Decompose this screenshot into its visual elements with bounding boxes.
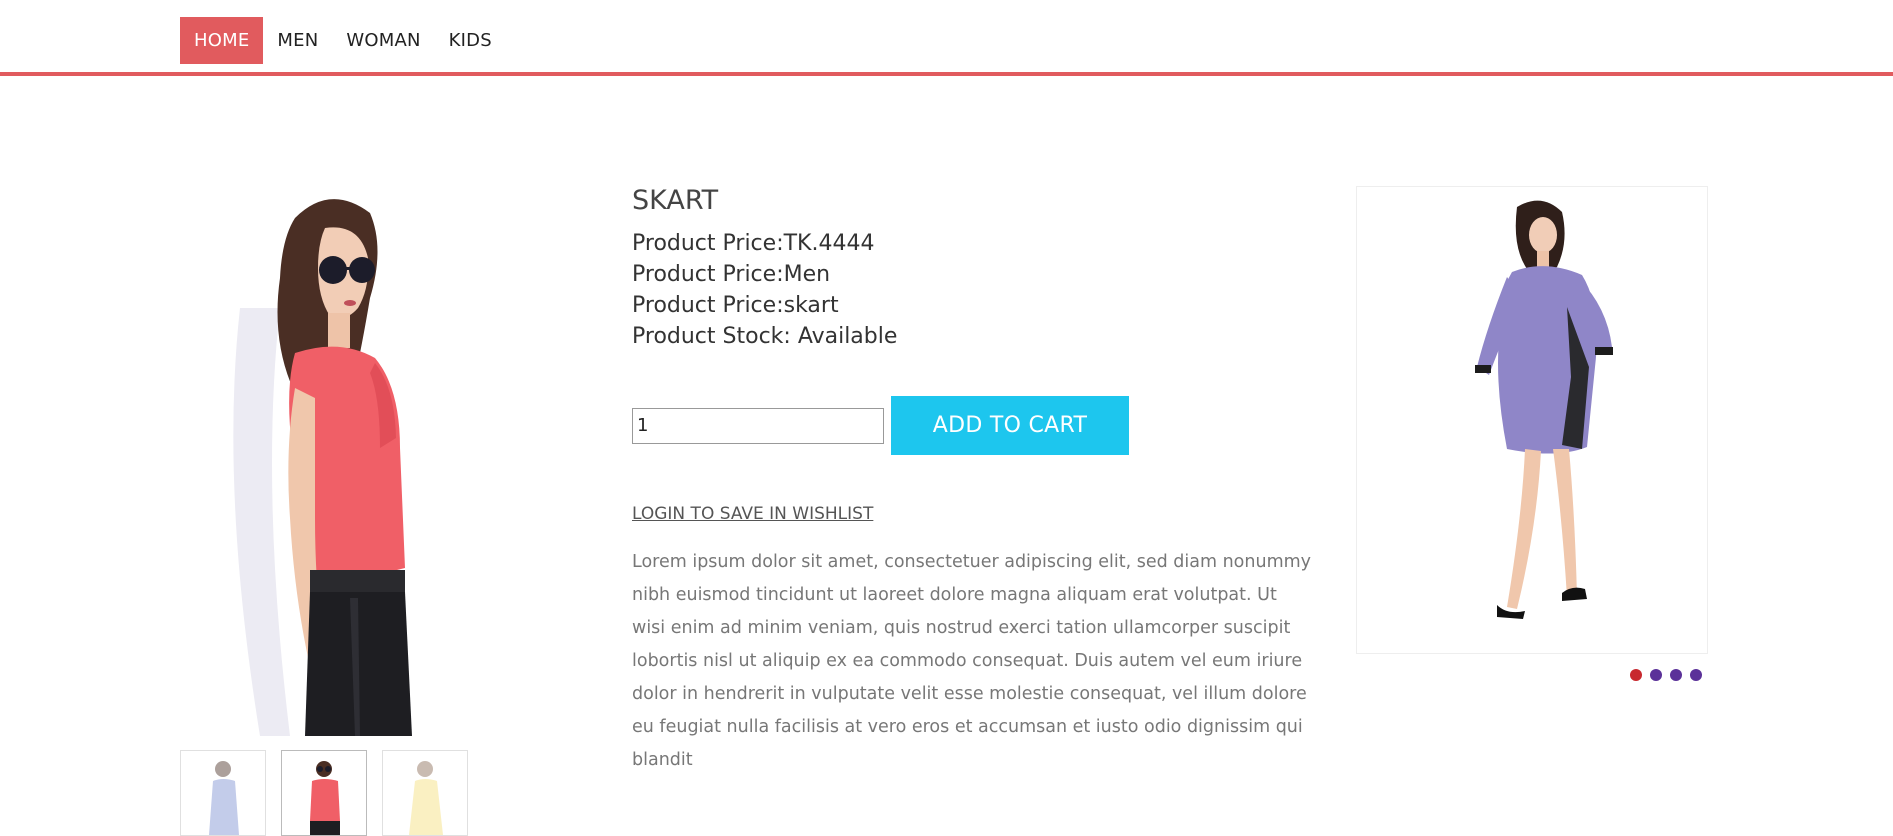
woman-coral-top-image [200, 188, 460, 736]
thumbnail-yellow-dress[interactable] [382, 750, 468, 836]
top-navbar: HOME MEN WOMAN KIDS [0, 0, 1893, 76]
product-slider [1356, 186, 1708, 654]
quantity-input[interactable] [632, 407, 884, 444]
slider-dot-1[interactable] [1630, 669, 1642, 681]
thumbnail-coral-top[interactable] [281, 750, 367, 836]
product-details: SKART Product Price:TK.4444 Product Pric… [632, 184, 1312, 352]
main-nav: HOME MEN WOMAN KIDS [180, 17, 506, 64]
thumbnail-strip [180, 750, 468, 836]
add-to-cart-button[interactable]: ADD TO CART [891, 396, 1129, 455]
product-stock: Product Stock: Available [632, 324, 898, 349]
nav-item-kids[interactable]: KIDS [435, 17, 506, 64]
product-title: SKART [632, 185, 719, 216]
woman-yellow-dress-thumb [383, 751, 467, 835]
woman-coral-top-thumb [282, 751, 366, 835]
product-price: Product Price:TK.4444 [632, 231, 875, 256]
product-description: Lorem ipsum dolor sit amet, consectetuer… [632, 552, 1312, 770]
slider-dot-2[interactable] [1650, 669, 1662, 681]
woman-blue-dress-thumb [181, 751, 265, 835]
product-name: Product Price:skart [632, 293, 839, 318]
product-category: Product Price:Men [632, 262, 831, 287]
slider-dot-4[interactable] [1690, 669, 1702, 681]
slider-dot-3[interactable] [1670, 669, 1682, 681]
slider-dots [1630, 669, 1702, 681]
login-wishlist-link[interactable]: LOGIN TO SAVE IN WISHLIST [632, 504, 873, 524]
woman-purple-dress-image [1357, 187, 1707, 653]
thumbnail-blue-dress[interactable] [180, 750, 266, 836]
product-main-image [200, 188, 460, 736]
nav-item-men[interactable]: MEN [263, 17, 332, 64]
nav-item-woman[interactable]: WOMAN [332, 17, 434, 64]
nav-item-home[interactable]: HOME [180, 17, 264, 64]
add-to-cart-form: ADD TO CART [632, 396, 1129, 455]
